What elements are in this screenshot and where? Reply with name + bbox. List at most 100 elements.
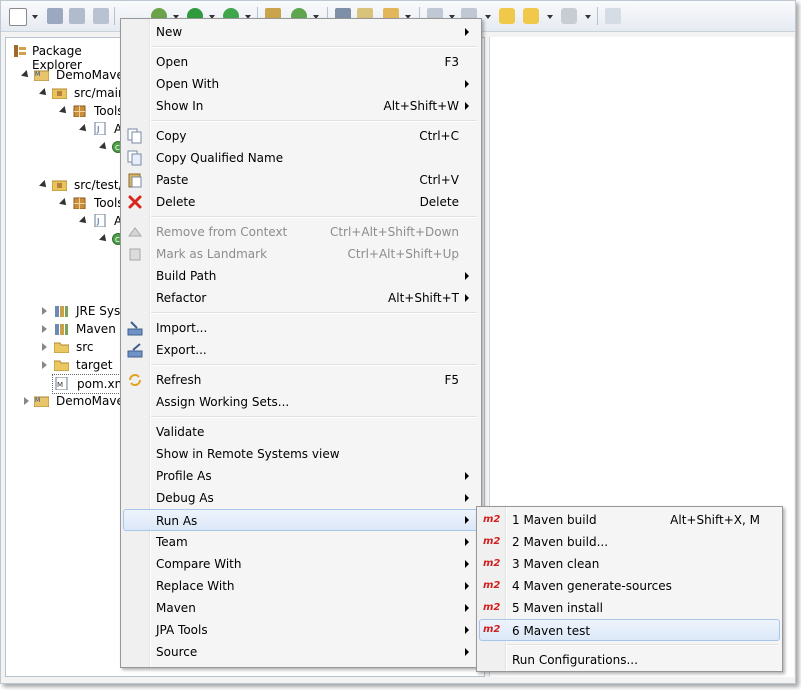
menu-item-team[interactable]: Team [123, 531, 479, 553]
folder-icon [54, 360, 69, 371]
menu-item-paste[interactable]: Paste Ctrl+V [123, 169, 479, 191]
submenu-item-maven-clean[interactable]: m2 3 Maven clean [479, 553, 780, 575]
collapse-arrow-icon[interactable] [24, 397, 29, 405]
maven-m2-icon: m2 [483, 624, 501, 635]
menu-item-compare-with[interactable]: Compare With [123, 553, 479, 575]
collapse-arrow-icon[interactable] [42, 343, 47, 351]
java-file-icon: J [94, 214, 106, 227]
menu-item-label: Maven [156, 601, 196, 615]
menu-item-copy[interactable]: Copy Ctrl+C [123, 125, 479, 147]
expand-arrow-icon[interactable] [39, 88, 49, 98]
maven-m2-icon: m2 [483, 602, 501, 613]
menu-item-label: Source [156, 645, 198, 659]
submenu-item-maven-test[interactable]: m2 6 Maven test [479, 619, 780, 641]
menu-item-build-path[interactable]: Build Path [123, 265, 479, 287]
maven-m2-icon: m2 [483, 580, 501, 591]
print-icon[interactable] [93, 8, 109, 24]
folder-icon [54, 342, 69, 353]
menu-item-label: Show In [156, 99, 204, 113]
save-icon[interactable] [47, 8, 63, 24]
toolbar-separator [597, 7, 598, 25]
menu-item-export[interactable]: Export... [123, 339, 479, 361]
save-all-icon[interactable] [69, 8, 85, 24]
submenu-item-maven-install[interactable]: m2 5 Maven install [479, 597, 780, 619]
menu-item-label: Export... [156, 343, 207, 357]
submenu-arrow-icon [465, 648, 469, 656]
last-edit-icon[interactable] [499, 8, 515, 24]
menu-item-shortcut: Ctrl+Alt+Shift+Up [347, 247, 459, 261]
menu-item-label: 6 Maven test [512, 624, 591, 638]
expand-arrow-icon[interactable] [39, 180, 49, 190]
menu-item-run-as[interactable]: Run As [123, 509, 479, 531]
menu-item-replace-with[interactable]: Replace With [123, 575, 479, 597]
expand-arrow-icon[interactable] [99, 142, 109, 152]
expand-arrow-icon[interactable] [79, 124, 89, 134]
package-explorer-tab[interactable]: Package Explorer [6, 38, 135, 72]
menu-item-label: Copy [156, 129, 187, 143]
submenu-arrow-icon [465, 28, 469, 36]
menu-separator [151, 46, 477, 48]
svg-text:J: J [96, 217, 99, 226]
menu-item-new[interactable]: New [123, 21, 479, 43]
submenu-arrow-icon [465, 102, 469, 110]
menu-separator [151, 120, 477, 122]
menu-item-shortcut: Ctrl+V [419, 173, 459, 187]
menu-item-profile-as[interactable]: Profile As [123, 465, 479, 487]
export-icon [127, 343, 143, 358]
menu-item-refresh[interactable]: Refresh F5 [123, 369, 479, 391]
collapse-arrow-icon[interactable] [42, 307, 47, 315]
menu-item-source[interactable]: Source [123, 641, 479, 663]
chevron-down-icon[interactable] [32, 15, 38, 19]
menu-item-label: Assign Working Sets... [156, 395, 290, 409]
menu-item-label: 5 Maven install [512, 601, 603, 615]
submenu-arrow-icon [465, 582, 469, 590]
expand-arrow-icon[interactable] [79, 216, 89, 226]
menu-item-label: Paste [156, 173, 189, 187]
menu-item-label: Delete [156, 195, 196, 209]
menu-item-jpa-tools[interactable]: JPA Tools [123, 619, 479, 641]
expand-arrow-icon[interactable] [99, 234, 109, 244]
chevron-down-icon[interactable] [585, 15, 591, 19]
submenu-item-maven-build-dialog[interactable]: m2 2 Maven build... [479, 531, 780, 553]
menu-item-copy-qualified-name[interactable]: Copy Qualified Name [123, 147, 479, 169]
context-menu: New Open F3 Open With Show In Alt+Shift+… [120, 18, 482, 668]
expand-arrow-icon[interactable] [59, 198, 69, 208]
menu-item-import[interactable]: Import... [123, 317, 479, 339]
back-icon[interactable] [523, 8, 539, 24]
collapse-arrow-icon[interactable] [42, 361, 47, 369]
expand-arrow-icon[interactable] [21, 70, 31, 80]
menu-item-show-in-remote-systems[interactable]: Show in Remote Systems view [123, 443, 479, 465]
maven-m2-icon: m2 [483, 536, 501, 547]
menu-item-validate[interactable]: Validate [123, 421, 479, 443]
chevron-down-icon[interactable] [547, 15, 553, 19]
menu-item-label: 2 Maven build... [512, 535, 609, 549]
collapse-arrow-icon[interactable] [42, 325, 47, 333]
menu-item-mark-as-landmark: Mark as Landmark Ctrl+Alt+Shift+Up [123, 243, 479, 265]
menu-item-assign-working-sets[interactable]: Assign Working Sets... [123, 391, 479, 413]
menu-item-show-in[interactable]: Show In Alt+Shift+W [123, 95, 479, 117]
menu-item-label: 4 Maven generate-sources [512, 579, 672, 593]
menu-item-refactor[interactable]: Refactor Alt+Shift+T [123, 287, 479, 309]
chevron-down-icon[interactable] [485, 15, 491, 19]
pin-editor-icon[interactable] [605, 8, 621, 24]
forward-icon[interactable] [561, 8, 577, 24]
submenu-arrow-icon [465, 294, 469, 302]
expand-arrow-icon[interactable] [59, 106, 69, 116]
menu-item-shortcut: Ctrl+C [419, 129, 459, 143]
submenu-item-maven-generate-sources[interactable]: m2 4 Maven generate-sources [479, 575, 780, 597]
menu-item-open-with[interactable]: Open With [123, 73, 479, 95]
tree-item-label: src [76, 340, 94, 354]
tree-item-label: src/test/j [74, 178, 126, 192]
menu-item-debug-as[interactable]: Debug As [123, 487, 479, 509]
new-file-icon[interactable] [9, 8, 27, 26]
menu-item-delete[interactable]: Delete Delete [123, 191, 479, 213]
menu-item-label: Refactor [156, 291, 207, 305]
submenu-item-run-configurations[interactable]: Run Configurations... [479, 649, 780, 671]
menu-item-open[interactable]: Open F3 [123, 51, 479, 73]
menu-item-maven[interactable]: Maven [123, 597, 479, 619]
svg-text:M: M [35, 397, 40, 404]
maven-m2-icon: m2 [483, 558, 501, 569]
submenu-item-maven-build[interactable]: m2 1 Maven build Alt+Shift+X, M [479, 509, 780, 531]
menu-item-label: Copy Qualified Name [156, 151, 284, 165]
tree-item-label: src/main [74, 86, 126, 100]
